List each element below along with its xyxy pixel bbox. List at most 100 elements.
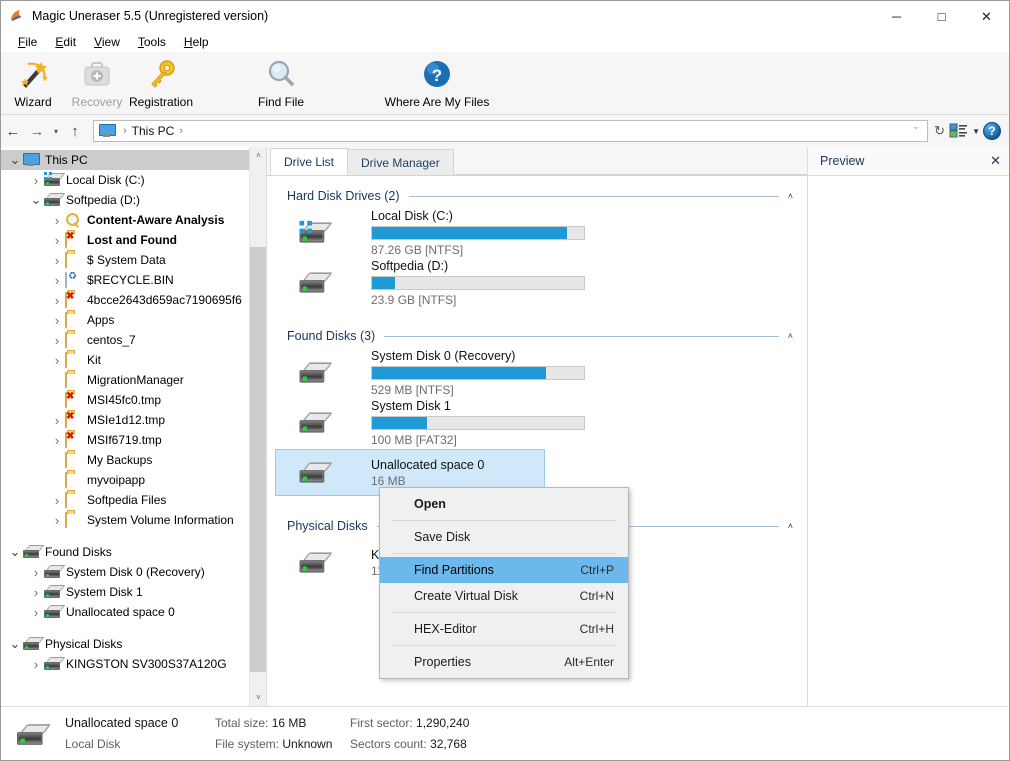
status-first-sector-label: First sector:: [350, 716, 413, 730]
chevron-right-icon[interactable]: ›: [28, 602, 44, 622]
tree-item-softpedia-d[interactable]: ⌄ Softpedia (D:): [1, 190, 266, 210]
preview-close-icon[interactable]: ✕: [990, 153, 1001, 169]
tab-drive-manager[interactable]: Drive Manager: [347, 149, 454, 175]
refresh-icon[interactable]: ↻: [934, 123, 949, 139]
chevron-right-icon[interactable]: ›: [49, 290, 65, 310]
context-menu-item-create-virtual-disk[interactable]: Create Virtual Disk Ctrl+N: [380, 583, 628, 609]
chevron-right-icon[interactable]: ›: [49, 510, 65, 530]
toolbar-button-find-file[interactable]: Find File: [249, 55, 313, 109]
menu-item-help[interactable]: Help: [175, 33, 218, 51]
chevron-up-icon[interactable]: ˄: [788, 331, 793, 341]
tree-item-content-aware-analysis[interactable]: › Content-Aware Analysis: [1, 210, 266, 230]
tree-item-system-volume-information[interactable]: › System Volume Information: [1, 510, 266, 530]
chevron-down-icon[interactable]: ⌄: [7, 634, 23, 654]
up-button[interactable]: ↑: [63, 119, 87, 143]
folder-deleted-icon: [65, 232, 82, 248]
tree-item-local-disk-c[interactable]: › Local Disk (C:): [1, 170, 266, 190]
tree-item-found-disks[interactable]: ⌄ Found Disks: [1, 542, 266, 562]
forward-button[interactable]: →: [25, 119, 49, 143]
drive-group-header[interactable]: Found Disks (3) ˄: [267, 326, 807, 346]
toolbar-button-recovery[interactable]: Recovery: [65, 55, 129, 109]
context-menu-item-find-partitions[interactable]: Find Partitions Ctrl+P: [380, 557, 628, 583]
menu-item-file[interactable]: File: [9, 33, 46, 51]
drive-list-item[interactable]: System Disk 1 100 MB [FAT32]: [267, 399, 807, 447]
chevron-right-icon[interactable]: ›: [28, 170, 44, 190]
tree-item-recycle-bin[interactable]: › $RECYCLE.BIN: [1, 270, 266, 290]
tree-item-lost-and-found[interactable]: › Lost and Found: [1, 230, 266, 250]
tree-item-kingston-sv300s37a120g[interactable]: › KINGSTON SV300S37A120G: [1, 654, 266, 674]
chevron-up-icon[interactable]: ˄: [788, 191, 793, 201]
back-button[interactable]: ←: [1, 119, 25, 143]
tree-item-system-disk-0-recovery[interactable]: › System Disk 0 (Recovery): [1, 562, 266, 582]
menu-item-edit[interactable]: Edit: [46, 33, 85, 51]
tree-item-label: Softpedia Files: [87, 493, 167, 507]
chevron-right-icon[interactable]: ›: [49, 210, 65, 230]
tree-item-centos-7[interactable]: › centos_7: [1, 330, 266, 350]
address-field[interactable]: › This PC › ˇ: [93, 120, 929, 142]
chevron-right-icon[interactable]: ›: [49, 350, 65, 370]
history-dropdown-icon[interactable]: ▾: [49, 119, 63, 143]
chevron-right-icon[interactable]: ›: [49, 410, 65, 430]
drive-group-header[interactable]: Hard Disk Drives (2) ˄: [267, 186, 807, 206]
context-menu-item-properties[interactable]: Properties Alt+Enter: [380, 649, 628, 675]
tree-item-my-backups[interactable]: My Backups: [1, 450, 266, 470]
help-icon[interactable]: ?: [983, 122, 1001, 140]
tree-item-msi45fc0-tmp[interactable]: MSI45fc0.tmp: [1, 390, 266, 410]
chevron-right-icon[interactable]: ›: [49, 310, 65, 330]
chevron-right-icon[interactable]: ›: [28, 582, 44, 602]
menu-item-tools[interactable]: Tools: [129, 33, 175, 51]
tree-item-system-data[interactable]: › $ System Data: [1, 250, 266, 270]
chevron-down-icon[interactable]: ⌄: [7, 542, 23, 562]
toolbar-button-registration[interactable]: Registration: [129, 55, 193, 109]
chevron-right-icon[interactable]: ›: [49, 490, 65, 510]
tree-item-physical-disks[interactable]: ⌄ Physical Disks: [1, 634, 266, 654]
chevron-right-icon[interactable]: ›: [49, 330, 65, 350]
tree-item-msif6719-tmp[interactable]: › MSIf6719.tmp: [1, 430, 266, 450]
folder-icon: [65, 512, 82, 528]
toolbar-button-where-are-my-files[interactable]: ? Where Are My Files: [377, 55, 497, 109]
chevron-down-icon[interactable]: ⌄: [28, 190, 44, 210]
tree-item-system-disk-1[interactable]: › System Disk 1: [1, 582, 266, 602]
chevron-right-icon[interactable]: ›: [28, 562, 44, 582]
chevron-right-icon[interactable]: ›: [49, 230, 65, 250]
tree-item-migrationmanager[interactable]: MigrationManager: [1, 370, 266, 390]
scroll-down-arrow-icon[interactable]: ˅: [250, 689, 266, 706]
tree-item-this-pc[interactable]: ⌄ This PC: [1, 150, 266, 170]
maximize-button[interactable]: □: [919, 1, 964, 31]
context-menu-item-open[interactable]: Open: [380, 491, 628, 517]
address-dropdown-icon[interactable]: ˇ: [907, 126, 924, 136]
scroll-up-arrow-icon[interactable]: ˄: [250, 147, 266, 164]
view-dropdown-caret[interactable]: ▼: [972, 127, 980, 136]
menu-item-view[interactable]: View: [85, 33, 129, 51]
chevron-right-icon[interactable]: ›: [49, 430, 65, 450]
toolbar-button-wizard[interactable]: Wizard: [1, 55, 65, 109]
tree-item-4bcce2643d659ac7190695f6[interactable]: › 4bcce2643d659ac7190695f6: [1, 290, 266, 310]
sidebar-scrollbar-thumb[interactable]: [250, 247, 266, 672]
context-menu-item-shortcut: Ctrl+H: [579, 622, 614, 636]
drive-icon: [44, 656, 66, 672]
tree-item-softpedia-files[interactable]: › Softpedia Files: [1, 490, 266, 510]
breadcrumb-this-pc[interactable]: This PC: [132, 124, 175, 138]
tree-item-label: This PC: [45, 153, 88, 167]
chevron-right-icon[interactable]: ›: [49, 250, 65, 270]
context-menu-item-hex-editor[interactable]: HEX-Editor Ctrl+H: [380, 616, 628, 642]
tree-item-unallocated-space-0[interactable]: › Unallocated space 0: [1, 602, 266, 622]
chevron-up-icon[interactable]: ˄: [788, 521, 793, 531]
drive-list-item[interactable]: System Disk 0 (Recovery) 529 MB [NTFS]: [267, 349, 807, 397]
context-menu-item-save-disk[interactable]: Save Disk: [380, 524, 628, 550]
tree-item-kit[interactable]: › Kit: [1, 350, 266, 370]
drive-list-item[interactable]: Softpedia (D:) 23.9 GB [NTFS]: [267, 259, 807, 307]
close-button[interactable]: ✕: [964, 1, 1009, 31]
chevron-down-icon[interactable]: ⌄: [7, 150, 23, 170]
tab-drive-list[interactable]: Drive List: [270, 148, 349, 175]
tree-item-msie1d12-tmp[interactable]: › MSIe1d12.tmp: [1, 410, 266, 430]
chevron-right-icon[interactable]: ›: [49, 270, 65, 290]
tree-item-label: Local Disk (C:): [66, 173, 145, 187]
chevron-right-icon[interactable]: ›: [28, 654, 44, 674]
drive-list-item[interactable]: Local Disk (C:) 87.26 GB [NTFS]: [267, 209, 807, 257]
minimize-button[interactable]: ─: [874, 1, 919, 31]
view-layout-icon[interactable]: [949, 122, 969, 140]
tree-item-apps[interactable]: › Apps: [1, 310, 266, 330]
sidebar-scrollbar[interactable]: ˄ ˅: [249, 147, 266, 706]
tree-item-myvoipapp[interactable]: myvoipapp: [1, 470, 266, 490]
